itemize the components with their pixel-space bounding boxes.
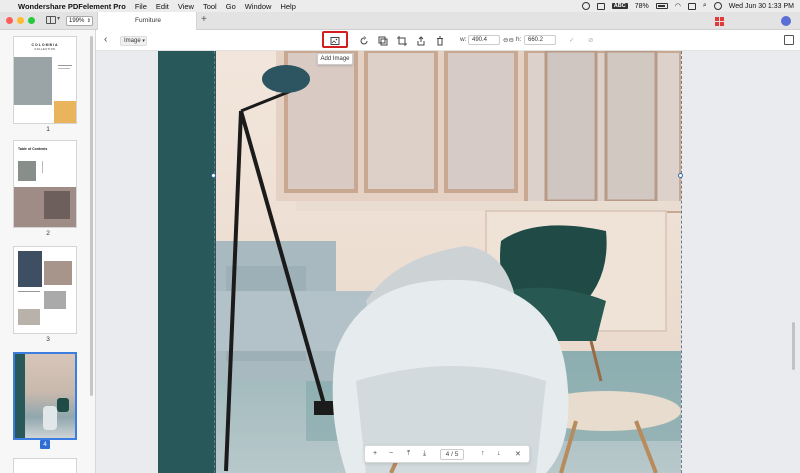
height-input[interactable]: 660.2 — [524, 35, 556, 45]
mode-label: Image — [124, 38, 141, 44]
selected-image[interactable] — [216, 51, 681, 473]
input-source-badge[interactable]: ABC — [611, 3, 628, 9]
menu-view[interactable]: View — [178, 2, 194, 11]
thumb-brand-text: COLOMBIA — [31, 43, 59, 47]
zoom-select[interactable]: 199% ⇕ — [66, 16, 93, 26]
chevron-down-icon[interactable]: ▾ — [57, 15, 60, 22]
clock-text[interactable]: Wed Jun 30 1:33 PM — [729, 3, 794, 10]
furniture-photo — [216, 51, 681, 473]
search-icon[interactable]: ⌕ — [703, 2, 707, 10]
trash-icon[interactable] — [434, 35, 445, 46]
thumbnail-panel: COLOMBIA COLLECTION 1 Table of Contents … — [0, 30, 96, 473]
app-grid-icon[interactable] — [715, 17, 724, 26]
battery-icon[interactable] — [655, 3, 668, 9]
add-tab-button[interactable]: + — [201, 14, 207, 25]
zoom-out-button[interactable]: − — [389, 450, 393, 457]
chevron-down-icon: ▾ — [142, 38, 145, 44]
thumbnail-page-2[interactable]: Table of Contents — [13, 140, 77, 228]
window-controls — [6, 17, 35, 24]
thumb-accent-block — [54, 101, 76, 123]
menu-go[interactable]: Go — [226, 2, 236, 11]
battery-percent: 78% — [634, 2, 649, 10]
add-image-icon[interactable] — [329, 35, 340, 46]
selection-border-left — [214, 51, 215, 473]
zoom-in-button[interactable]: + — [373, 450, 377, 457]
selection-border-right — [681, 51, 682, 473]
add-image-tooltip: Add Image — [317, 53, 353, 65]
mode-select[interactable]: Image ▾ — [120, 36, 147, 46]
height-label: h: — [516, 36, 522, 43]
edit-toolbar: ‹ Image ▾ w: 490.4 ⊖⊖ h: 660.2 ✓ ⊘ — [96, 30, 800, 51]
thumbnail-page-3[interactable] — [13, 246, 77, 334]
back-arrow-icon[interactable]: ‹ — [104, 34, 107, 45]
resize-handle-right[interactable] — [678, 173, 683, 178]
account-avatar[interactable] — [781, 16, 791, 26]
current-page: 4 — [445, 451, 450, 458]
menu-window[interactable]: Window — [245, 2, 272, 11]
menu-bar: Wondershare PDFelement Pro File Edit Vie… — [0, 0, 800, 12]
tab-bar: ▾ 199% ⇕ Furniture + — [0, 12, 800, 30]
chevron-updown-icon: ⇕ — [86, 18, 91, 24]
rotate-icon[interactable] — [358, 35, 369, 46]
width-input[interactable]: 490.4 — [468, 35, 500, 45]
link-icon[interactable]: ⊖⊖ — [503, 36, 514, 44]
document-page — [158, 51, 681, 473]
total-pages: 5 — [454, 451, 459, 458]
thumb-dark-block — [18, 251, 42, 287]
reset-icon[interactable]: ⊘ — [588, 36, 593, 44]
thumbnail-number: 2 — [46, 230, 50, 237]
previous-page-button[interactable]: ↑ — [481, 450, 485, 457]
crop-icon[interactable] — [396, 35, 407, 46]
thumb-toc-title: Table of Contents — [18, 147, 48, 151]
page-navigator: + − ⤒ ⤓ 4 / 5 ↑ ↓ ✕ — [364, 445, 530, 463]
thumb-sub-text: COLLECTION — [34, 48, 56, 51]
page-separator: / — [451, 451, 453, 458]
thumbnail-page-5[interactable] — [13, 458, 77, 473]
thumbnail-number-active: 4 — [40, 440, 50, 449]
minimize-window-button[interactable] — [17, 17, 24, 24]
extract-icon[interactable] — [415, 35, 426, 46]
close-pager-button[interactable]: ✕ — [515, 450, 521, 458]
thumbnail-page-4[interactable] — [13, 352, 77, 440]
menu-tool[interactable]: Tool — [203, 2, 217, 11]
page-teal-band — [158, 51, 216, 473]
brightness-icon[interactable] — [581, 2, 590, 10]
zoom-window-button[interactable] — [28, 17, 35, 24]
menu-file[interactable]: File — [135, 2, 147, 11]
tab-furniture[interactable]: Furniture — [97, 12, 197, 30]
close-window-button[interactable] — [6, 17, 13, 24]
wifi-icon[interactable]: ◠ — [675, 2, 681, 10]
resize-handle-left[interactable] — [211, 173, 216, 178]
width-label: w: — [460, 36, 467, 43]
first-page-button[interactable]: ⤒ — [407, 450, 410, 458]
menu-edit[interactable]: Edit — [156, 2, 169, 11]
panel-toggle-icon[interactable] — [784, 35, 794, 45]
control-center-icon[interactable] — [687, 2, 696, 10]
thumbnail-number: 1 — [46, 126, 50, 133]
thumbnail-scrollbar[interactable] — [90, 36, 93, 396]
thumbnail-page-1[interactable]: COLOMBIA COLLECTION — [13, 36, 77, 124]
screen-icon[interactable] — [596, 2, 605, 10]
next-page-down-button[interactable]: ⤓ — [423, 450, 426, 458]
page-scrollbar[interactable] — [792, 322, 795, 370]
menu-app-name[interactable]: Wondershare PDFelement Pro — [18, 2, 126, 11]
zoom-value: 199% — [69, 18, 85, 24]
siri-icon[interactable] — [713, 2, 722, 10]
checkmark-icon[interactable]: ✓ — [569, 36, 574, 44]
next-page-button[interactable]: ↓ — [497, 450, 501, 457]
thumbnail-number: 3 — [46, 336, 50, 343]
replace-image-icon[interactable] — [377, 35, 388, 46]
sidebar-toggle-icon[interactable] — [46, 16, 56, 24]
page-indicator[interactable]: 4 / 5 — [440, 449, 464, 460]
menu-help[interactable]: Help — [280, 2, 295, 11]
thumb-photo — [14, 57, 52, 105]
